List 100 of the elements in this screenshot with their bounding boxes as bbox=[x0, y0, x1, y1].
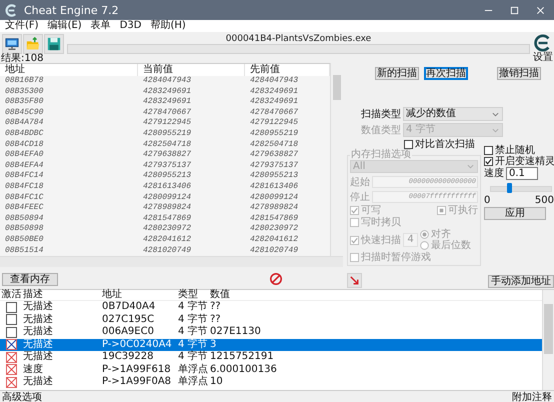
table-cell-text: 4 字节 bbox=[177, 338, 208, 350]
column-header[interactable]: 描述 bbox=[21, 290, 100, 300]
menu-item[interactable]: 表单 bbox=[90, 20, 111, 32]
table-cell-text: 4281613406 bbox=[249, 182, 300, 193]
table-cell-text: 0B7D40A4 bbox=[101, 301, 156, 314]
table-cell-text: 4284047943 bbox=[142, 76, 192, 87]
checkbox-label: 对比首次扫描 bbox=[415, 139, 475, 150]
table-cell-text: 无描述 bbox=[22, 376, 54, 388]
checkbox[interactable] bbox=[6, 376, 17, 388]
checkbox-label: 写时拷贝 bbox=[361, 217, 401, 228]
menu-item[interactable]: 帮助(H) bbox=[150, 20, 186, 32]
process-button[interactable] bbox=[2, 34, 22, 54]
table-cell-text: 4283249691 bbox=[142, 86, 192, 98]
close-icon[interactable] bbox=[536, 6, 545, 14]
process-name: 000041B4-PlantsVsZombies.exe bbox=[226, 34, 372, 44]
slider-thumb[interactable] bbox=[507, 183, 512, 193]
table-cell-text: 4279638827 bbox=[249, 150, 300, 161]
table-row[interactable]: 无描述 P->0C0240A4 4 字节 3 bbox=[0, 338, 542, 351]
table-row[interactable]: 无描述 0B7D40A4 4 字节 ?? bbox=[0, 301, 542, 314]
caret-icon[interactable] bbox=[492, 112, 499, 116]
settings-label[interactable]: 设置 bbox=[533, 53, 553, 63]
window-title: Cheat Engine 7.2 bbox=[24, 4, 119, 16]
speed-label: 速度 bbox=[484, 168, 504, 179]
scan-button[interactable]: 新的扫描 bbox=[375, 67, 419, 80]
table-cell-text: 4281020749 bbox=[142, 246, 192, 256]
table-cell-text: 4283249691 bbox=[142, 97, 192, 108]
table-row[interactable]: 无描述 006A9EC0 4 字节 027E1130 bbox=[0, 326, 542, 338]
checkbox[interactable] bbox=[6, 339, 17, 350]
menu-item[interactable]: 编辑(E) bbox=[48, 20, 82, 32]
checkbox-label: 可执行 bbox=[448, 205, 478, 216]
table-cell-text: ?? bbox=[209, 301, 222, 314]
column-header[interactable]: 激活 bbox=[0, 290, 21, 300]
column-header[interactable]: 当前值 bbox=[138, 64, 245, 76]
scan-button[interactable]: 撤销扫描 bbox=[497, 67, 541, 80]
checkbox[interactable] bbox=[484, 146, 493, 155]
scrollbar[interactable] bbox=[542, 290, 554, 390]
maximize-icon[interactable] bbox=[510, 6, 519, 14]
table-cell-text: 08B4FC18 bbox=[4, 182, 44, 193]
table-cell-text: 4280955219 bbox=[142, 128, 192, 140]
speed-field[interactable]: 0.1 bbox=[506, 167, 538, 180]
table-row[interactable]: 速度 P->1A99F618 单浮点 6.000100136 bbox=[0, 364, 542, 376]
column-header[interactable]: 地址 bbox=[100, 290, 176, 300]
table-row[interactable]: 无描述 19C39228 4 字节 1215752191 bbox=[0, 351, 542, 364]
table-cell-text: 10 bbox=[209, 376, 224, 388]
table-cell-text: 4282041612 bbox=[142, 234, 192, 246]
slider-max: 500 bbox=[534, 196, 554, 206]
table-cell-text: 4282504718 bbox=[142, 140, 192, 150]
table-cell-text: 027C195C bbox=[101, 314, 156, 326]
checkbox[interactable] bbox=[404, 140, 413, 149]
save-button[interactable] bbox=[44, 34, 64, 54]
slider-track[interactable] bbox=[490, 186, 552, 192]
menu-item[interactable]: 文件(F) bbox=[5, 20, 39, 32]
checkbox[interactable] bbox=[6, 326, 17, 338]
table-cell-text: 4283249691 bbox=[249, 86, 300, 98]
logo-icon[interactable] bbox=[534, 33, 552, 53]
forbid-icon[interactable] bbox=[269, 272, 283, 286]
table-cell-text: 无描述 bbox=[22, 314, 54, 326]
table-cell-text: 4283249691 bbox=[249, 97, 300, 108]
checkbox[interactable] bbox=[6, 302, 17, 313]
table-cell-text: 4280099124 bbox=[142, 192, 192, 204]
apply-button[interactable]: 应用 bbox=[484, 207, 546, 220]
table-extras-link[interactable]: 附加注释 bbox=[512, 392, 552, 402]
slider-min: 0 bbox=[484, 196, 490, 206]
table-cell-text: 1215752191 bbox=[209, 351, 275, 364]
scan-button[interactable]: 再次扫描 bbox=[424, 67, 468, 80]
checkbox[interactable] bbox=[484, 157, 493, 166]
table-cell-text: P->0C0240A4 bbox=[101, 338, 173, 351]
app-icon bbox=[5, 4, 18, 16]
radio-label: 最后位数 bbox=[431, 240, 471, 251]
view-memory-button[interactable]: 查看内存 bbox=[2, 272, 58, 286]
table-cell-text: 4 字节 bbox=[177, 326, 208, 338]
table-row[interactable]: 无描述 P->1A99F0A8 单浮点 10 bbox=[0, 376, 542, 388]
table-cell-text: 4284047943 bbox=[249, 76, 300, 87]
add-address-button[interactable]: 手动添加地址 bbox=[488, 275, 554, 288]
table-row[interactable]: 无描述 027C195C 4 字节 ?? bbox=[0, 314, 542, 326]
checkbox[interactable] bbox=[6, 314, 17, 326]
checkbox[interactable] bbox=[6, 352, 17, 363]
scan-type-label: 扫描类型 bbox=[361, 108, 402, 121]
table-cell-text: 027E1130 bbox=[209, 326, 262, 338]
stop-label: 停止 bbox=[350, 190, 370, 204]
table-cell-text: 08B4A784 bbox=[4, 118, 44, 129]
table-cell-text: 4281020749 bbox=[249, 246, 300, 256]
advanced-options-link[interactable]: 高级选项 bbox=[2, 392, 42, 402]
table-cell-text: 08B35300 bbox=[4, 86, 44, 98]
table-cell-text: P->1A99F0A8 bbox=[101, 376, 172, 388]
scan-type-select[interactable]: 减少的数值 bbox=[403, 107, 503, 121]
checkbox[interactable] bbox=[6, 364, 17, 376]
table-cell-text: 4280955219 bbox=[249, 128, 300, 140]
value-type-label: 数值类型 bbox=[361, 124, 402, 137]
column-header[interactable]: 数值 bbox=[208, 290, 542, 300]
column-header[interactable]: 地址 bbox=[0, 64, 138, 76]
menu-item[interactable]: D3D bbox=[120, 20, 142, 32]
table-cell-text: 19C39228 bbox=[101, 351, 155, 364]
checkbox-label: 扫描时暂停游戏 bbox=[361, 252, 431, 263]
table-cell-text: 4279375137 bbox=[142, 160, 192, 172]
results-count: 结果:108 bbox=[0, 54, 44, 63]
column-header[interactable]: 类型 bbox=[176, 290, 208, 300]
table-cell-text: 4280955213 bbox=[142, 171, 192, 182]
table-cell-text: ?? bbox=[209, 314, 222, 326]
group-title: 内存扫描选项 bbox=[350, 150, 412, 160]
